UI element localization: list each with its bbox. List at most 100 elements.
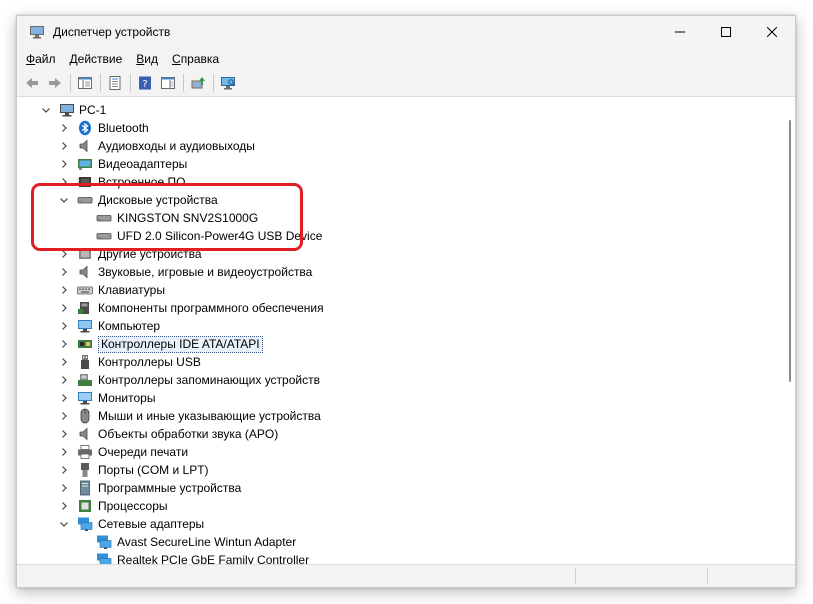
tree-item-ports[interactable]: Порты (COM и LPT) [20, 461, 780, 479]
tree-item-bluetooth[interactable]: Bluetooth [20, 119, 780, 137]
toolbar-separator [213, 74, 214, 92]
tree-item-label: Объекты обработки звука (APO) [98, 427, 279, 441]
tree-item-audio-processing-objects[interactable]: Объекты обработки звука (APO) [20, 425, 780, 443]
menu-action[interactable]: Действие [63, 50, 130, 68]
action-pane-button[interactable] [157, 72, 179, 94]
display-adapter-icon [78, 159, 92, 170]
show-hide-console-tree-button[interactable] [74, 72, 96, 94]
tree-subitem-kingston[interactable]: KINGSTON SNV2S1000G [20, 209, 780, 227]
tree-subitem-realtek[interactable]: Realtek PCIe GbE Family Controller [20, 551, 780, 564]
close-icon [767, 27, 777, 37]
tree-item-label: Мониторы [98, 391, 156, 405]
chevron-right-icon[interactable] [58, 140, 70, 152]
tree-item-label: Очереди печати [98, 445, 189, 459]
scan-hardware-icon [221, 77, 235, 90]
scan-hardware-button[interactable] [217, 72, 239, 94]
tree-item-processors[interactable]: Процессоры [20, 497, 780, 515]
menu-file[interactable]: Файл [19, 50, 63, 68]
chevron-right-icon[interactable] [58, 248, 70, 260]
update-driver-button[interactable] [187, 72, 209, 94]
software-component-icon [78, 302, 89, 314]
minimize-button[interactable] [657, 16, 703, 48]
tree-item-label: Аудиовходы и аудиовыходы [98, 139, 255, 153]
chevron-right-icon[interactable] [58, 284, 70, 296]
update-driver-icon [191, 77, 205, 89]
tree-item-sound-video-game[interactable]: Звуковые, игровые и видеоустройства [20, 263, 780, 281]
printer-icon [78, 445, 92, 459]
menu-help[interactable]: Справка [165, 50, 226, 68]
chevron-right-icon[interactable] [58, 446, 70, 458]
tree-subitem-label: KINGSTON SNV2S1000G [117, 211, 259, 225]
network-adapter-icon [97, 535, 112, 549]
speaker-icon [79, 139, 88, 153]
chevron-right-icon[interactable] [58, 158, 70, 170]
device-manager-window: Диспетчер устройств Файл Действие Вид Сп… [16, 15, 796, 588]
help-button[interactable]: ? [134, 72, 156, 94]
arrow-right-icon [49, 78, 61, 88]
tree-item-label: Дисковые устройства [98, 193, 218, 207]
properties-button[interactable] [104, 72, 126, 94]
chevron-right-icon[interactable] [58, 302, 70, 314]
status-divider [575, 568, 576, 584]
tree-item-label: Видеоадаптеры [98, 157, 188, 171]
tree-item-label: Звуковые, игровые и видеоустройства [98, 265, 313, 279]
tree-item-keyboards[interactable]: Клавиатуры [20, 281, 780, 299]
back-button[interactable] [21, 72, 43, 94]
close-button[interactable] [749, 16, 795, 48]
chevron-right-icon[interactable] [58, 464, 70, 476]
tree-item-mice[interactable]: Мыши и иные указывающие устройства [20, 407, 780, 425]
speaker-icon [79, 265, 88, 279]
disk-drive-icon [96, 233, 112, 240]
maximize-button[interactable] [703, 16, 749, 48]
tree-item-usb-controllers[interactable]: Контроллеры USB [20, 353, 780, 371]
tree-item-computer[interactable]: Компьютер [20, 317, 780, 335]
arrow-left-icon [26, 78, 38, 88]
menu-view[interactable]: Вид [129, 50, 165, 68]
chevron-right-icon[interactable] [58, 320, 70, 332]
tree-item-audio-io[interactable]: Аудиовходы и аудиовыходы [20, 137, 780, 155]
tree-item-storage-controllers[interactable]: Контроллеры запоминающих устройств [20, 371, 780, 389]
tree-item-monitors[interactable]: Мониторы [20, 389, 780, 407]
network-adapter-icon [78, 517, 93, 531]
tree-subitem-label: Realtek PCIe GbE Family Controller [117, 553, 310, 564]
device-tree-list: PC-1 Bluetooth Аудиовходы и аудиовыходы … [20, 101, 780, 564]
menu-bar: Файл Действие Вид Справка [17, 48, 795, 70]
chevron-right-icon[interactable] [58, 122, 70, 134]
forward-button[interactable] [44, 72, 66, 94]
tree-item-display-adapters[interactable]: Видеоадаптеры [20, 155, 780, 173]
device-tree[interactable]: PC-1 Bluetooth Аудиовходы и аудиовыходы … [20, 98, 785, 564]
tree-item-disk-drives[interactable]: Дисковые устройства [20, 191, 780, 209]
unknown-device-icon [79, 249, 91, 259]
chevron-down-icon[interactable] [58, 194, 70, 206]
tree-item-label: Bluetooth [98, 121, 149, 135]
chevron-right-icon[interactable] [58, 428, 70, 440]
tree-item-label: Компоненты программного обеспечения [98, 301, 324, 315]
vertical-scrollbar[interactable] [787, 100, 793, 560]
scrollbar-thumb[interactable] [789, 120, 791, 382]
tree-subitem-avast[interactable]: Avast SecureLine Wintun Adapter [20, 533, 780, 551]
chevron-right-icon[interactable] [58, 266, 70, 278]
toolbar-separator [70, 74, 71, 92]
chevron-right-icon[interactable] [58, 374, 70, 386]
chevron-down-icon[interactable] [58, 518, 70, 530]
chevron-down-icon[interactable] [40, 104, 52, 116]
tree-item-other-devices[interactable]: Другие устройства [20, 245, 780, 263]
action-pane-icon [161, 77, 175, 89]
tree-item-ide-controllers[interactable]: Контроллеры IDE ATA/ATAPI [20, 335, 780, 353]
chevron-right-icon[interactable] [58, 500, 70, 512]
title-bar[interactable]: Диспетчер устройств [17, 16, 795, 48]
chevron-right-icon[interactable] [58, 410, 70, 422]
chevron-right-icon[interactable] [58, 356, 70, 368]
tree-root[interactable]: PC-1 [20, 101, 780, 119]
tree-item-firmware[interactable]: Встроенное ПО [20, 173, 780, 191]
chevron-right-icon[interactable] [58, 392, 70, 404]
chevron-right-icon[interactable] [58, 482, 70, 494]
tree-item-software-devices[interactable]: Программные устройства [20, 479, 780, 497]
tree-item-label: Встроенное ПО [98, 175, 186, 189]
chevron-right-icon[interactable] [58, 338, 70, 350]
tree-item-print-queues[interactable]: Очереди печати [20, 443, 780, 461]
tree-subitem-ufd[interactable]: UFD 2.0 Silicon-Power4G USB Device [20, 227, 780, 245]
chevron-right-icon[interactable] [58, 176, 70, 188]
tree-item-software-components[interactable]: Компоненты программного обеспечения [20, 299, 780, 317]
tree-item-network-adapters[interactable]: Сетевые адаптеры [20, 515, 780, 533]
